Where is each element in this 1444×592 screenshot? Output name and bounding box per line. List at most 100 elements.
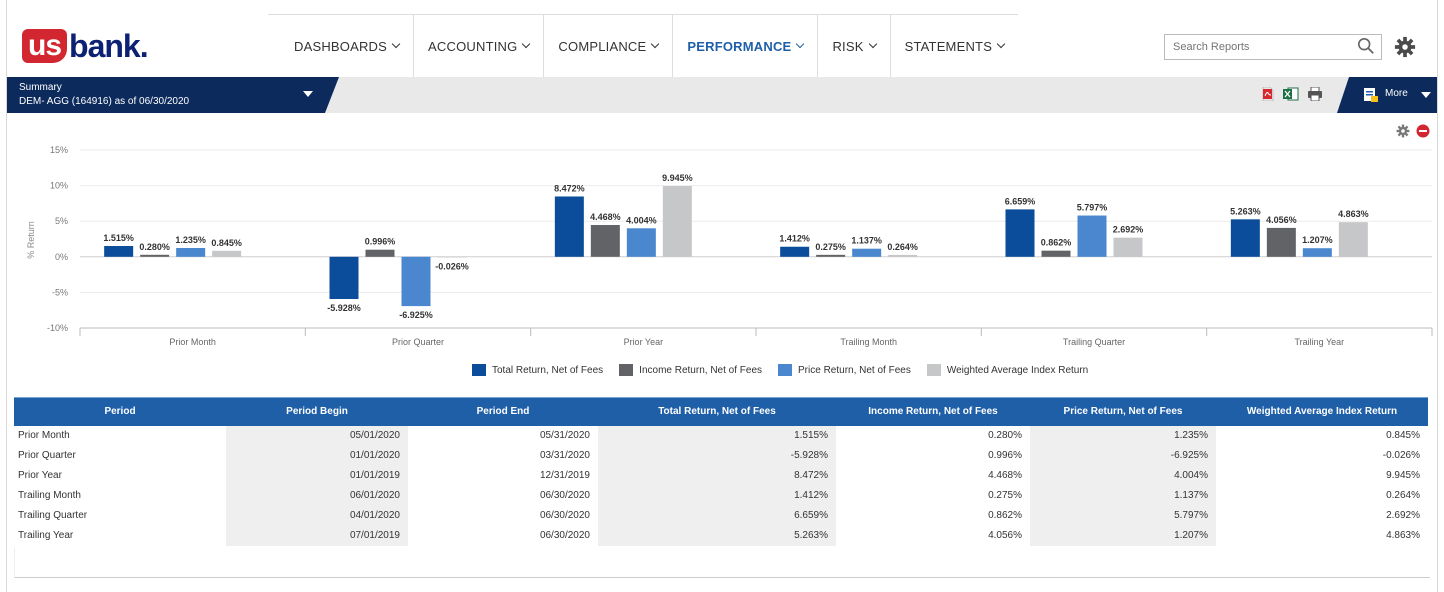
chart-legend: Total Return, Net of Fees Income Return,… [472, 364, 1088, 376]
cell-period: Trailing Quarter [14, 505, 226, 526]
legend-label: Price Return, Net of Fees [798, 364, 911, 376]
column-header[interactable]: Weighted Average Index Return [1216, 397, 1428, 426]
more-menu[interactable]: More [1337, 77, 1437, 113]
search-icon[interactable] [1357, 37, 1375, 55]
data-label: 4.863% [1338, 209, 1369, 219]
chevron-down-icon [996, 39, 1006, 49]
bar [1113, 237, 1143, 257]
table-row[interactable]: Prior Quarter 01/01/2020 03/31/2020 -5.9… [14, 445, 1428, 466]
bar [554, 196, 584, 257]
bar [780, 246, 810, 257]
cell-total-return: 6.659% [598, 505, 836, 526]
logo-dot: . [139, 27, 149, 64]
column-header[interactable]: Period [14, 397, 226, 426]
print-icon[interactable] [1307, 87, 1323, 101]
column-header[interactable]: Period End [408, 397, 598, 426]
data-label: -0.026% [435, 261, 469, 271]
data-label: 2.692% [1113, 225, 1144, 235]
summary-bar: Summary DEM- AGG (164916) as of 06/30/20… [7, 77, 1437, 113]
legend-label: Total Return, Net of Fees [492, 364, 604, 376]
nav-compliance[interactable]: COMPLIANCE [544, 15, 674, 77]
cell-price-return: 5.797% [1030, 505, 1216, 526]
table-row[interactable]: Prior Year 01/01/2019 12/31/2019 8.472% … [14, 465, 1428, 486]
cell-price-return: 1.207% [1030, 525, 1216, 546]
bar [140, 254, 170, 257]
bar [212, 250, 242, 257]
returns-table-container: Period Period Begin Period End Total Ret… [14, 397, 1430, 546]
cell-income-return: 0.275% [836, 485, 1030, 506]
cell-period: Prior Month [14, 425, 226, 446]
nav-performance[interactable]: PERFORMANCE [673, 15, 819, 77]
cell-index-return: 0.845% [1216, 425, 1428, 446]
y-tick-label: 15% [50, 145, 68, 155]
legend-item[interactable]: Weighted Average Index Return [926, 364, 1088, 376]
cell-total-return: 8.472% [598, 465, 836, 486]
logo-us: us [22, 29, 68, 63]
pdf-icon[interactable] [1261, 87, 1275, 101]
cell-period: Prior Quarter [14, 445, 226, 466]
chevron-down-icon [868, 39, 877, 49]
cell-period-begin: 01/01/2020 [226, 445, 408, 466]
cell-period-end: 06/30/2020 [408, 505, 598, 526]
table-row[interactable]: Trailing Month 06/01/2020 06/30/2020 1.4… [14, 485, 1428, 506]
y-tick-label: -5% [52, 287, 68, 297]
gear-icon[interactable] [1394, 36, 1416, 58]
summary-title: Summary [19, 82, 62, 93]
cell-total-return: 1.515% [598, 425, 836, 446]
data-label: 1.412% [779, 234, 810, 244]
column-header[interactable]: Price Return, Net of Fees [1030, 397, 1216, 426]
x-category-label: Prior Year [624, 337, 664, 347]
cell-price-return: -6.925% [1030, 445, 1216, 466]
nav-label: PERFORMANCE [687, 38, 792, 54]
table-row[interactable]: Trailing Year 07/01/2019 06/30/2020 5.26… [14, 525, 1428, 546]
summary-selector[interactable]: Summary DEM- AGG (164916) as of 06/30/20… [7, 77, 339, 113]
search-input[interactable] [1165, 35, 1345, 59]
legend-swatch [778, 364, 793, 376]
bar [176, 248, 206, 257]
column-header[interactable]: Total Return, Net of Fees [598, 397, 836, 426]
cell-index-return: -0.026% [1216, 445, 1428, 466]
data-label: 6.659% [1005, 196, 1036, 206]
data-label: 1.207% [1302, 235, 1333, 245]
bar [662, 185, 692, 257]
table-row[interactable]: Trailing Quarter 04/01/2020 06/30/2020 6… [14, 505, 1428, 526]
y-tick-label: 10% [50, 181, 68, 191]
table-footer-area [14, 548, 1430, 578]
bar [365, 249, 395, 257]
nav-accounting[interactable]: ACCOUNTING [414, 15, 545, 77]
cell-price-return: 1.235% [1030, 425, 1216, 446]
cell-period: Trailing Year [14, 525, 226, 546]
bar [104, 246, 134, 257]
excel-icon[interactable] [1283, 87, 1299, 101]
bar [1077, 215, 1107, 257]
cell-total-return: 1.412% [598, 485, 836, 506]
cell-period: Trailing Month [14, 485, 226, 506]
cell-income-return: 4.468% [836, 465, 1030, 486]
cell-income-return: 4.056% [836, 525, 1030, 546]
bar [1302, 248, 1332, 257]
cell-price-return: 4.004% [1030, 465, 1216, 486]
column-header[interactable]: Income Return, Net of Fees [836, 397, 1030, 426]
nav-risk[interactable]: RISK [818, 15, 891, 77]
legend-item[interactable]: Total Return, Net of Fees [472, 364, 603, 376]
legend-item[interactable]: Income Return, Net of Fees [619, 364, 762, 376]
data-label: 8.472% [554, 183, 585, 193]
legend-label: Income Return, Net of Fees [639, 364, 763, 376]
data-label: 0.264% [887, 242, 918, 252]
nav-statements[interactable]: STATEMENTS [891, 15, 1018, 77]
legend-item[interactable]: Price Return, Net of Fees [778, 364, 911, 376]
data-label: 0.862% [1041, 238, 1072, 248]
performance-bar-chart: 15% 10% 5% 0% -5% -10% % Return Prior Month 1.51… [26, 145, 1433, 347]
bar [852, 248, 882, 257]
bar [1005, 209, 1035, 257]
usbank-logo[interactable]: us bank . [22, 28, 149, 64]
cell-total-return: -5.928% [598, 445, 836, 466]
table-row[interactable]: Prior Month 05/01/2020 05/31/2020 1.515%… [14, 425, 1428, 446]
bar [1338, 222, 1368, 257]
chevron-down-icon [651, 39, 660, 49]
nav-dashboards[interactable]: DASHBOARDS [268, 15, 415, 77]
column-header[interactable]: Period Begin [226, 397, 408, 426]
data-label: 1.235% [175, 235, 206, 245]
data-label: -5.928% [327, 303, 361, 313]
cell-income-return: 0.862% [836, 505, 1030, 526]
